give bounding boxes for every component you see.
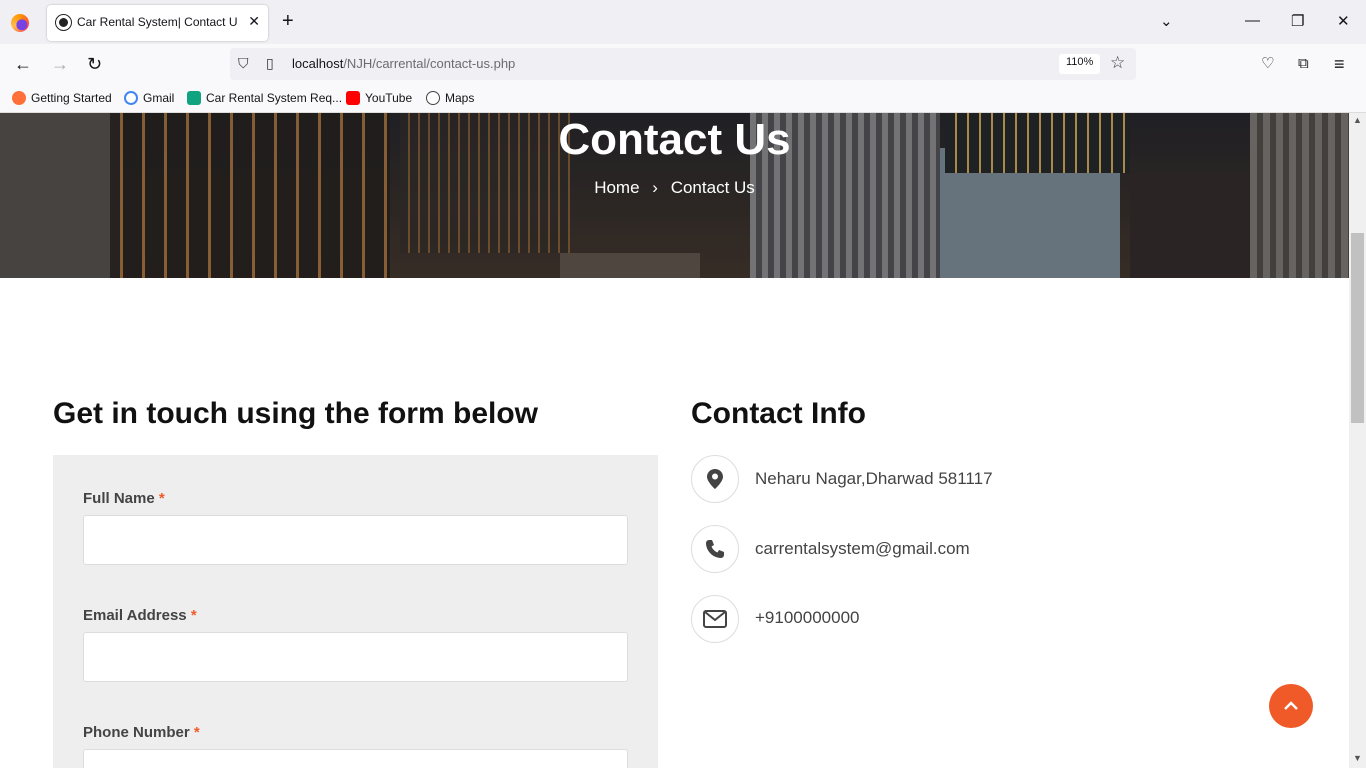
page-title: Contact Us [558, 115, 791, 164]
phone-input[interactable] [83, 749, 628, 768]
nav-bar: ← → ↻ ⛉ ▯ localhost/NJH/carrental/contac… [0, 44, 1366, 84]
phone-icon [691, 525, 739, 573]
email-input[interactable] [83, 632, 628, 682]
restore-icon[interactable]: ❐ [1291, 12, 1304, 30]
bookmark-getting-started[interactable]: Getting Started [12, 91, 112, 105]
globe-icon [426, 91, 440, 105]
scroll-up-icon[interactable]: ▲ [1353, 115, 1362, 125]
contact-address: Neharu Nagar,Dharwad 581117 [755, 469, 993, 488]
bookmark-car-rental[interactable]: Car Rental System Req... [187, 91, 342, 105]
contact-email[interactable]: carrentalsystem@gmail.com [755, 539, 970, 559]
bookmark-youtube[interactable]: YouTube [346, 91, 412, 105]
envelope-icon [691, 595, 739, 643]
menu-icon[interactable]: ≡ [1334, 54, 1345, 74]
chatgpt-icon [187, 91, 201, 105]
bookmark-gmail[interactable]: Gmail [124, 91, 174, 105]
forward-icon[interactable]: → [51, 54, 69, 74]
breadcrumb-current: Contact Us [670, 178, 755, 197]
zoom-level[interactable]: 110% [1059, 54, 1101, 74]
bookmark-maps[interactable]: Maps [426, 91, 474, 105]
back-icon[interactable]: ← [14, 54, 32, 74]
breadcrumb-separator: › [652, 178, 658, 197]
contact-phone: +9100000000 [755, 608, 860, 627]
pocket-icon[interactable]: ♡ [1261, 54, 1274, 74]
hero-banner: Contact Us Home › Contact Us [0, 113, 1349, 278]
url-text[interactable]: localhost/NJH/carrental/contact-us.php [292, 56, 515, 71]
firefox-icon[interactable] [11, 14, 29, 32]
url-bar[interactable]: ⛉ ▯ localhost/NJH/carrental/contact-us.p… [230, 48, 1136, 80]
site-favicon-icon [55, 14, 72, 31]
firefox-icon [12, 91, 26, 105]
page-scrollbar[interactable]: ▲ ▼ [1349, 113, 1366, 768]
phone-label: Phone Number * [83, 724, 200, 741]
breadcrumb-home[interactable]: Home [594, 178, 639, 197]
close-window-icon[interactable]: ✕ [1337, 12, 1350, 30]
scroll-down-icon[interactable]: ▼ [1353, 753, 1362, 763]
email-label: Email Address * [83, 607, 197, 624]
form-heading: Get in touch using the form below [53, 397, 538, 430]
map-marker-icon [691, 455, 739, 503]
chevron-up-icon [1284, 701, 1298, 710]
minimize-icon[interactable]: — [1245, 12, 1260, 29]
new-tab-icon[interactable]: + [282, 11, 294, 31]
shield-icon[interactable]: ⛉ [238, 55, 249, 72]
bookmarks-bar: Getting Started Gmail Car Rental System … [0, 84, 1366, 113]
page-content: Contact Us Home › Contact Us Get in touc… [0, 113, 1349, 768]
back-to-top-button[interactable] [1269, 684, 1313, 728]
tab-title: Car Rental System| Contact Us I [77, 15, 237, 29]
list-tabs-icon[interactable]: ⌄ [1160, 12, 1173, 30]
bookmark-star-icon[interactable]: ☆ [1110, 53, 1125, 73]
contact-form: Full Name * Email Address * Phone Number… [53, 455, 658, 768]
tab-bar: Car Rental System| Contact Us I ✕ + ⌄ — … [0, 0, 1366, 44]
extensions-icon[interactable]: ⧉ [1298, 54, 1309, 74]
google-icon [124, 91, 138, 105]
browser-tab[interactable]: Car Rental System| Contact Us I ✕ [47, 5, 268, 41]
full-name-input[interactable] [83, 515, 628, 565]
contact-info-heading: Contact Info [691, 397, 866, 430]
reload-icon[interactable]: ↻ [87, 54, 102, 74]
full-name-label: Full Name * [83, 490, 165, 507]
page-info-icon[interactable]: ▯ [266, 55, 274, 72]
close-tab-icon[interactable]: ✕ [248, 13, 260, 30]
youtube-icon [346, 91, 360, 105]
scrollbar-thumb[interactable] [1351, 233, 1364, 423]
breadcrumb: Home › Contact Us [0, 178, 1349, 198]
